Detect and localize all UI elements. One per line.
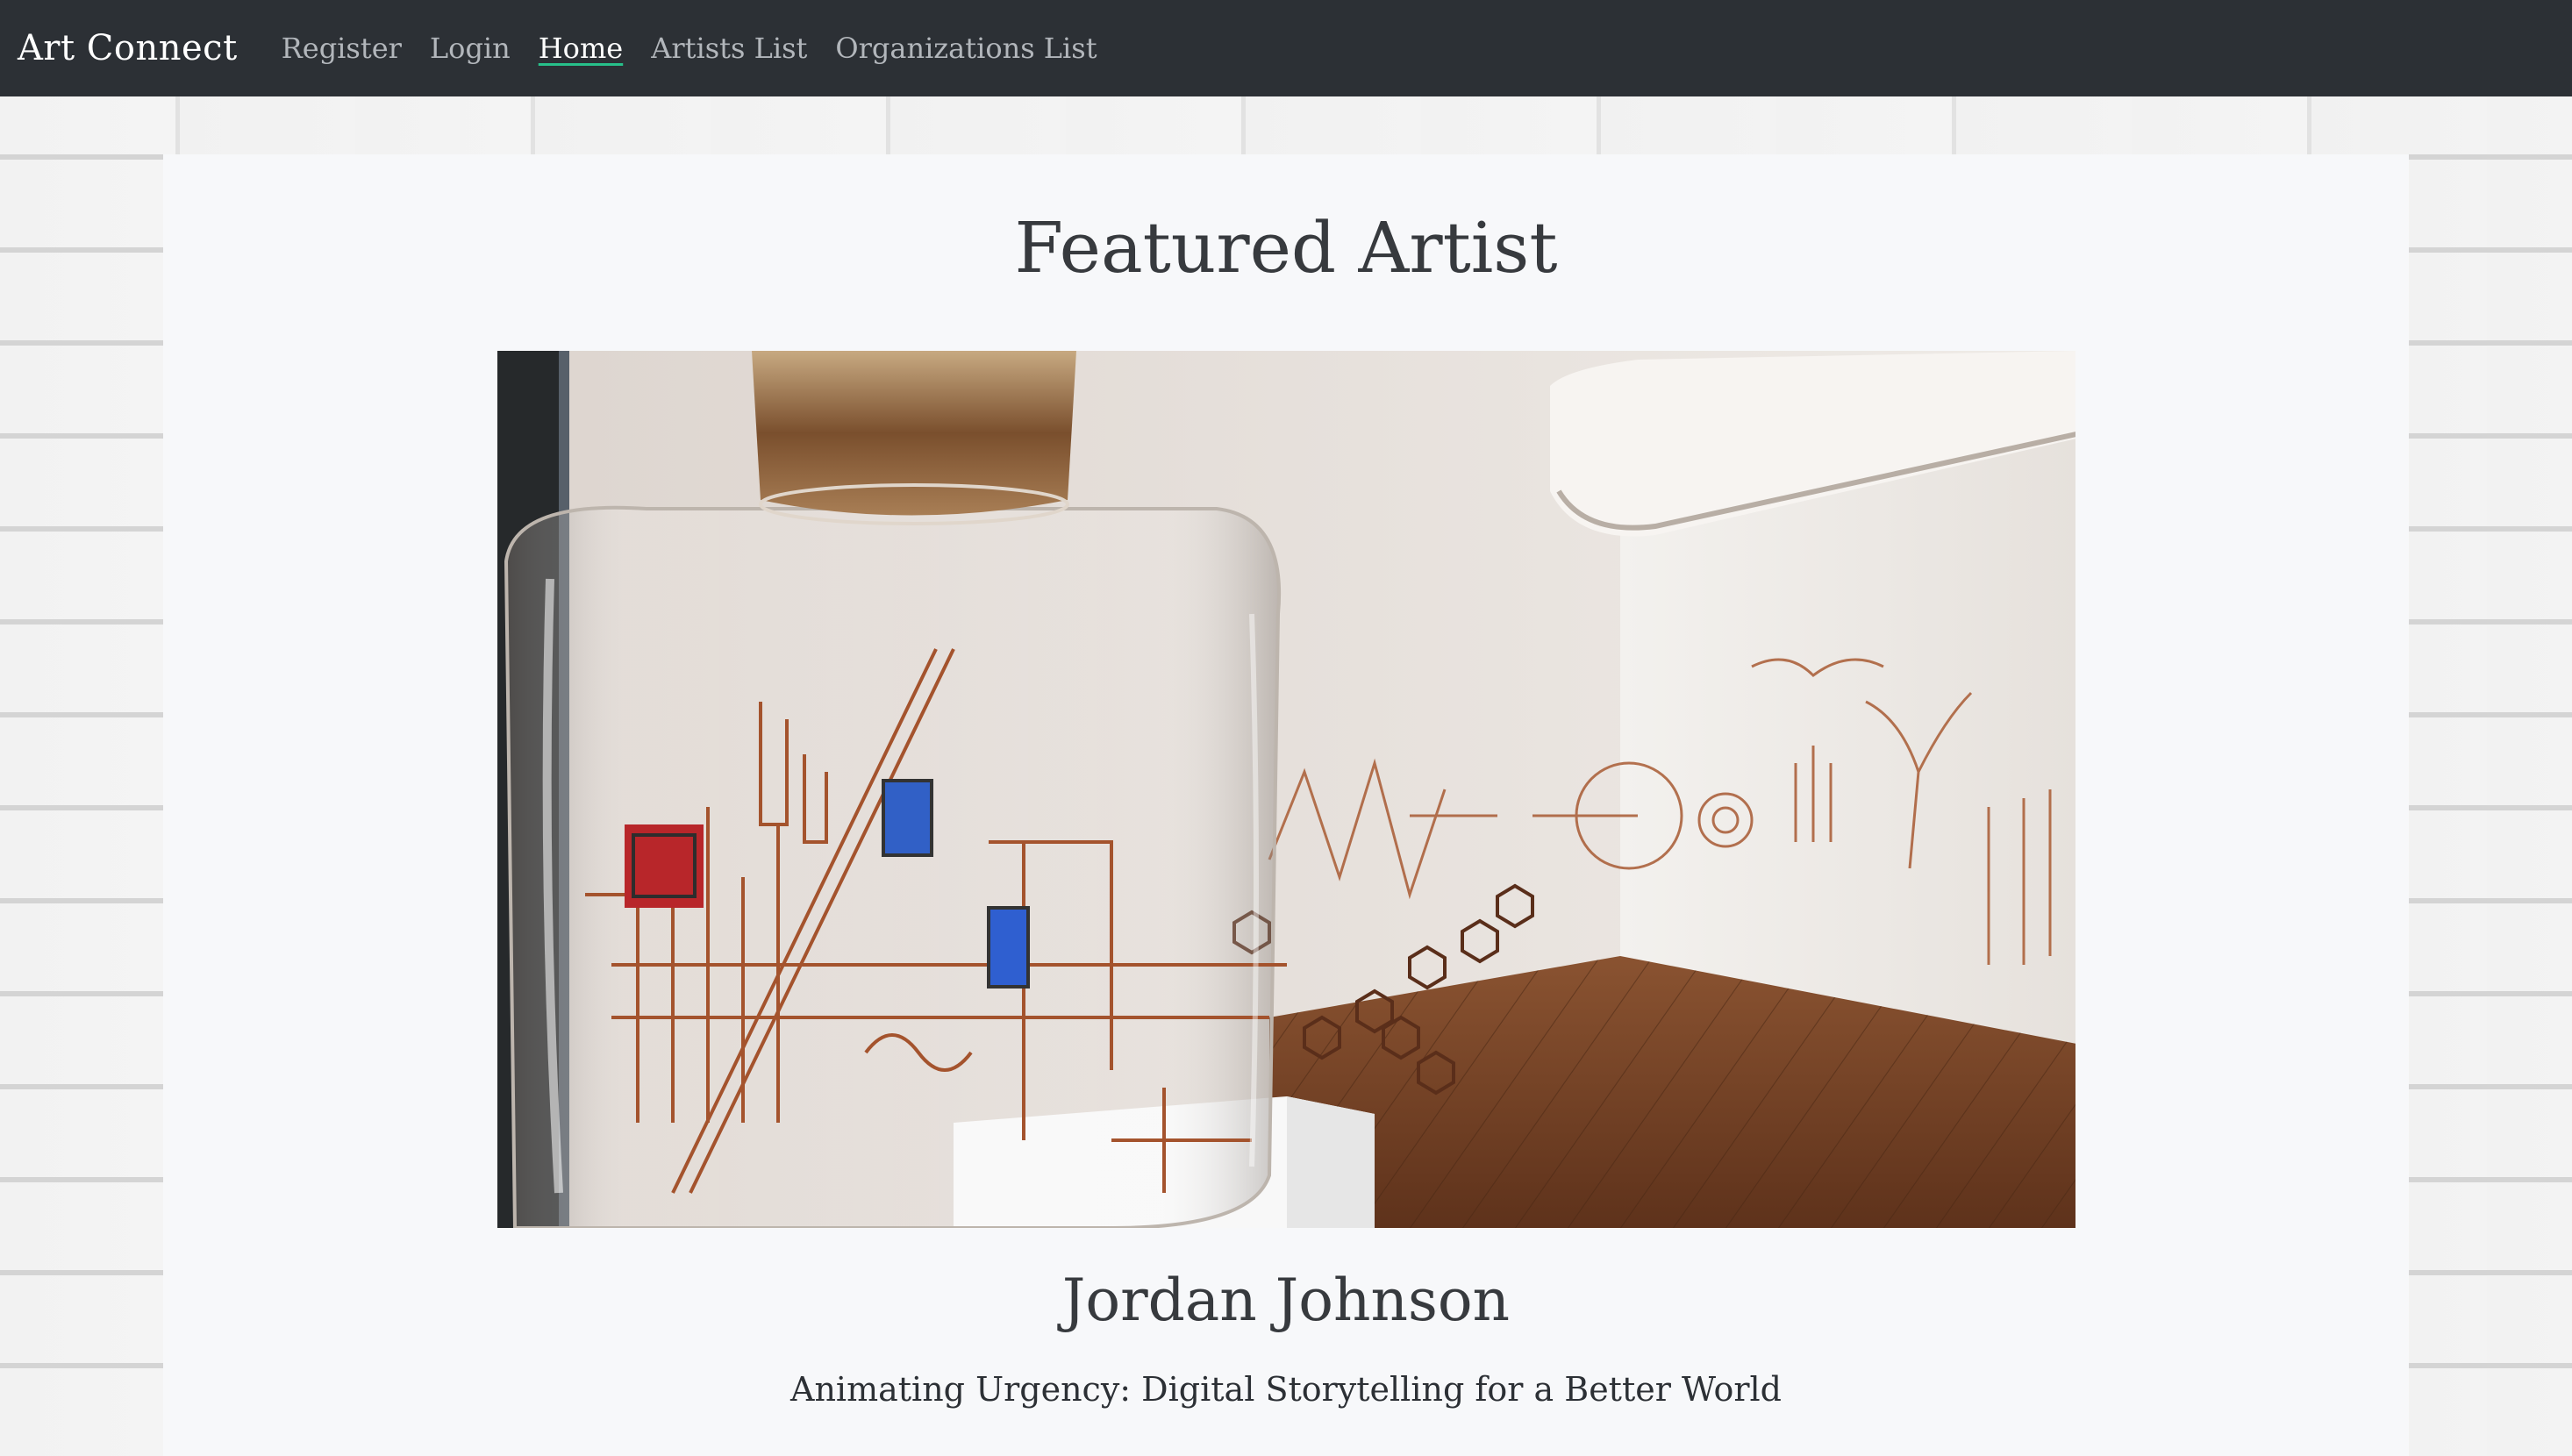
featured-artist-name[interactable]: Jordan Johnson [0, 1261, 2572, 1340]
nav-link-register[interactable]: Register [282, 32, 402, 65]
featured-artwork-image [497, 351, 2075, 1228]
nav-link-home[interactable]: Home [539, 32, 623, 65]
nav-link-organizations-list[interactable]: Organizations List [835, 32, 1097, 65]
featured-title: Featured Artist [1014, 207, 1558, 289]
nav-link-artists-list[interactable]: Artists List [651, 32, 807, 65]
top-navbar: Art Connect Register Login Home Artists … [0, 0, 2572, 96]
nav-link-login[interactable]: Login [430, 32, 511, 65]
brand-logo[interactable]: Art Connect [18, 28, 238, 68]
featured-artist-tagline: Animating Urgency: Digital Storytelling … [790, 1370, 1782, 1409]
